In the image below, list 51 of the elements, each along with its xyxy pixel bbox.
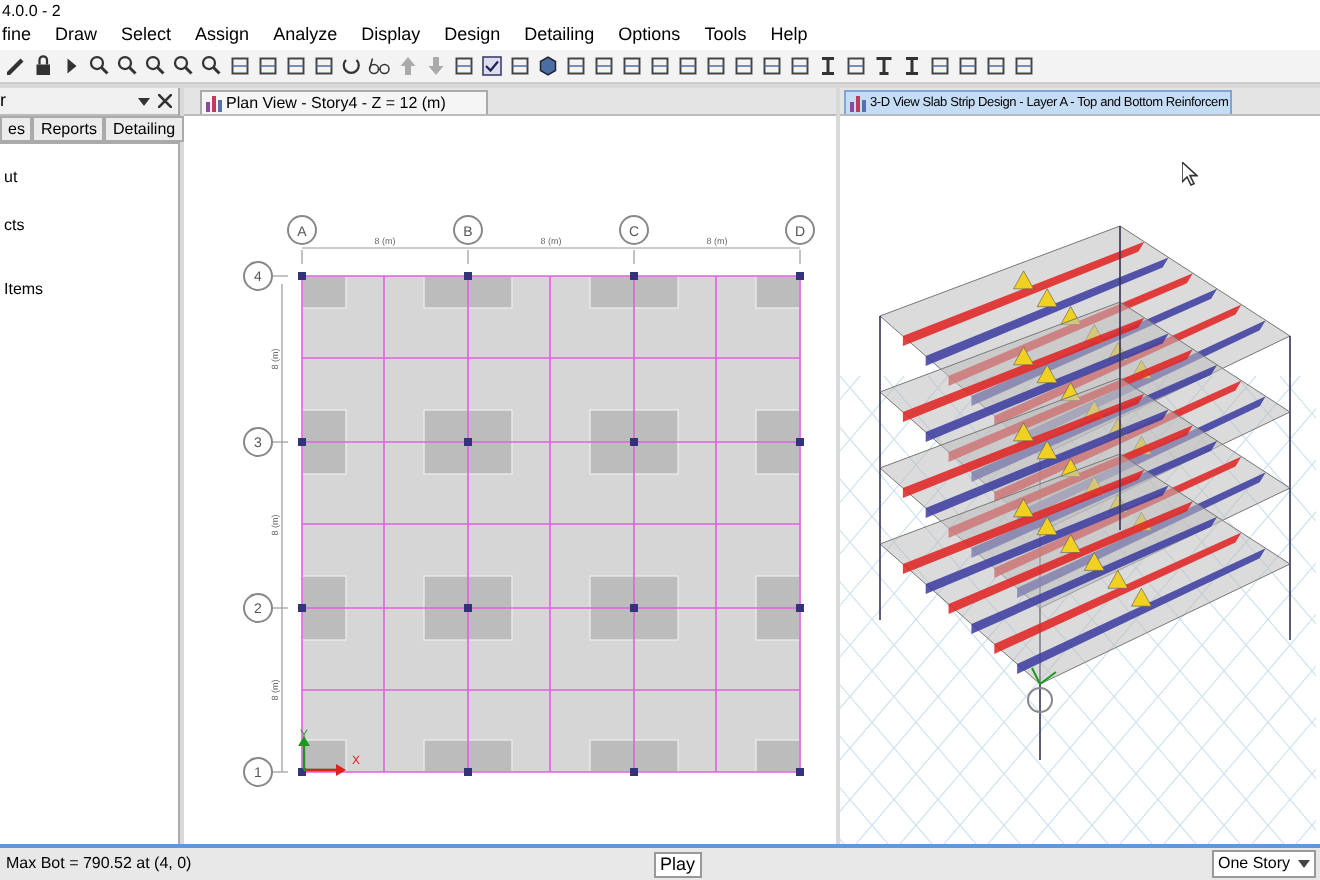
window-title: 4.0.0 - 2 bbox=[2, 3, 61, 19]
grid-line bbox=[271, 441, 289, 443]
tree-item[interactable]: cts bbox=[4, 216, 178, 236]
cube-icon[interactable] bbox=[536, 54, 560, 78]
rotate-icon[interactable] bbox=[340, 54, 364, 78]
glasses-icon[interactable] bbox=[368, 54, 392, 78]
zoom-icon[interactable] bbox=[172, 54, 196, 78]
panel-tab[interactable]: Detailing bbox=[104, 116, 184, 142]
menu-item[interactable]: Tools bbox=[704, 22, 747, 50]
tree-item[interactable]: Items bbox=[4, 280, 178, 300]
mouse-pointer-icon bbox=[1182, 162, 1198, 186]
menu-item[interactable]: fine bbox=[2, 22, 32, 50]
i-beam-icon[interactable] bbox=[900, 54, 924, 78]
menu-item[interactable]: Draw bbox=[55, 22, 98, 50]
menu-item[interactable]: Display bbox=[361, 22, 421, 50]
menu-item[interactable]: Analyze bbox=[273, 22, 338, 50]
axis-arrows bbox=[298, 736, 346, 776]
grid-line bbox=[799, 249, 801, 265]
panel-tab[interactable]: Reports bbox=[32, 116, 105, 142]
panel-tab[interactable]: es bbox=[0, 116, 33, 142]
chart-icon bbox=[206, 95, 224, 111]
play-tooltip: Play bbox=[654, 852, 702, 878]
tree-item[interactable]: ut bbox=[4, 168, 178, 188]
grid-line bbox=[467, 249, 469, 265]
zoom-icon[interactable] bbox=[144, 54, 168, 78]
tee-icon[interactable] bbox=[872, 54, 896, 78]
zoom-icon[interactable] bbox=[88, 54, 112, 78]
zoom-icon[interactable] bbox=[116, 54, 140, 78]
menu-item[interactable]: Options bbox=[618, 22, 681, 50]
pencil-icon[interactable] bbox=[4, 54, 28, 78]
close-icon[interactable] bbox=[158, 94, 172, 108]
status-message: Max Bot = 790.52 at (4, 0) bbox=[6, 852, 192, 876]
story-dropdown[interactable]: One Story bbox=[1212, 850, 1316, 878]
panel-title: r bbox=[0, 87, 6, 114]
dropdown-icon[interactable] bbox=[138, 97, 150, 105]
checkbox-icon[interactable] bbox=[480, 54, 504, 78]
view-tab[interactable]: Plan View - Story4 - Z = 12 (m) bbox=[200, 90, 488, 114]
menu-item[interactable]: Assign bbox=[195, 22, 250, 50]
menu-item[interactable]: Design bbox=[444, 22, 501, 50]
zoom-icon[interactable] bbox=[200, 54, 224, 78]
grid-line bbox=[271, 607, 289, 609]
menu-item[interactable]: Help bbox=[770, 22, 808, 50]
grid-line bbox=[271, 771, 289, 773]
grid-line bbox=[271, 275, 289, 277]
menu-item[interactable]: Select bbox=[121, 22, 172, 50]
i-beam-icon[interactable] bbox=[816, 54, 840, 78]
menu-item[interactable]: Detailing bbox=[524, 22, 595, 50]
chart-icon bbox=[850, 95, 868, 111]
grid-line bbox=[301, 249, 303, 265]
lock-icon[interactable] bbox=[32, 54, 56, 78]
grid-line bbox=[633, 249, 635, 265]
